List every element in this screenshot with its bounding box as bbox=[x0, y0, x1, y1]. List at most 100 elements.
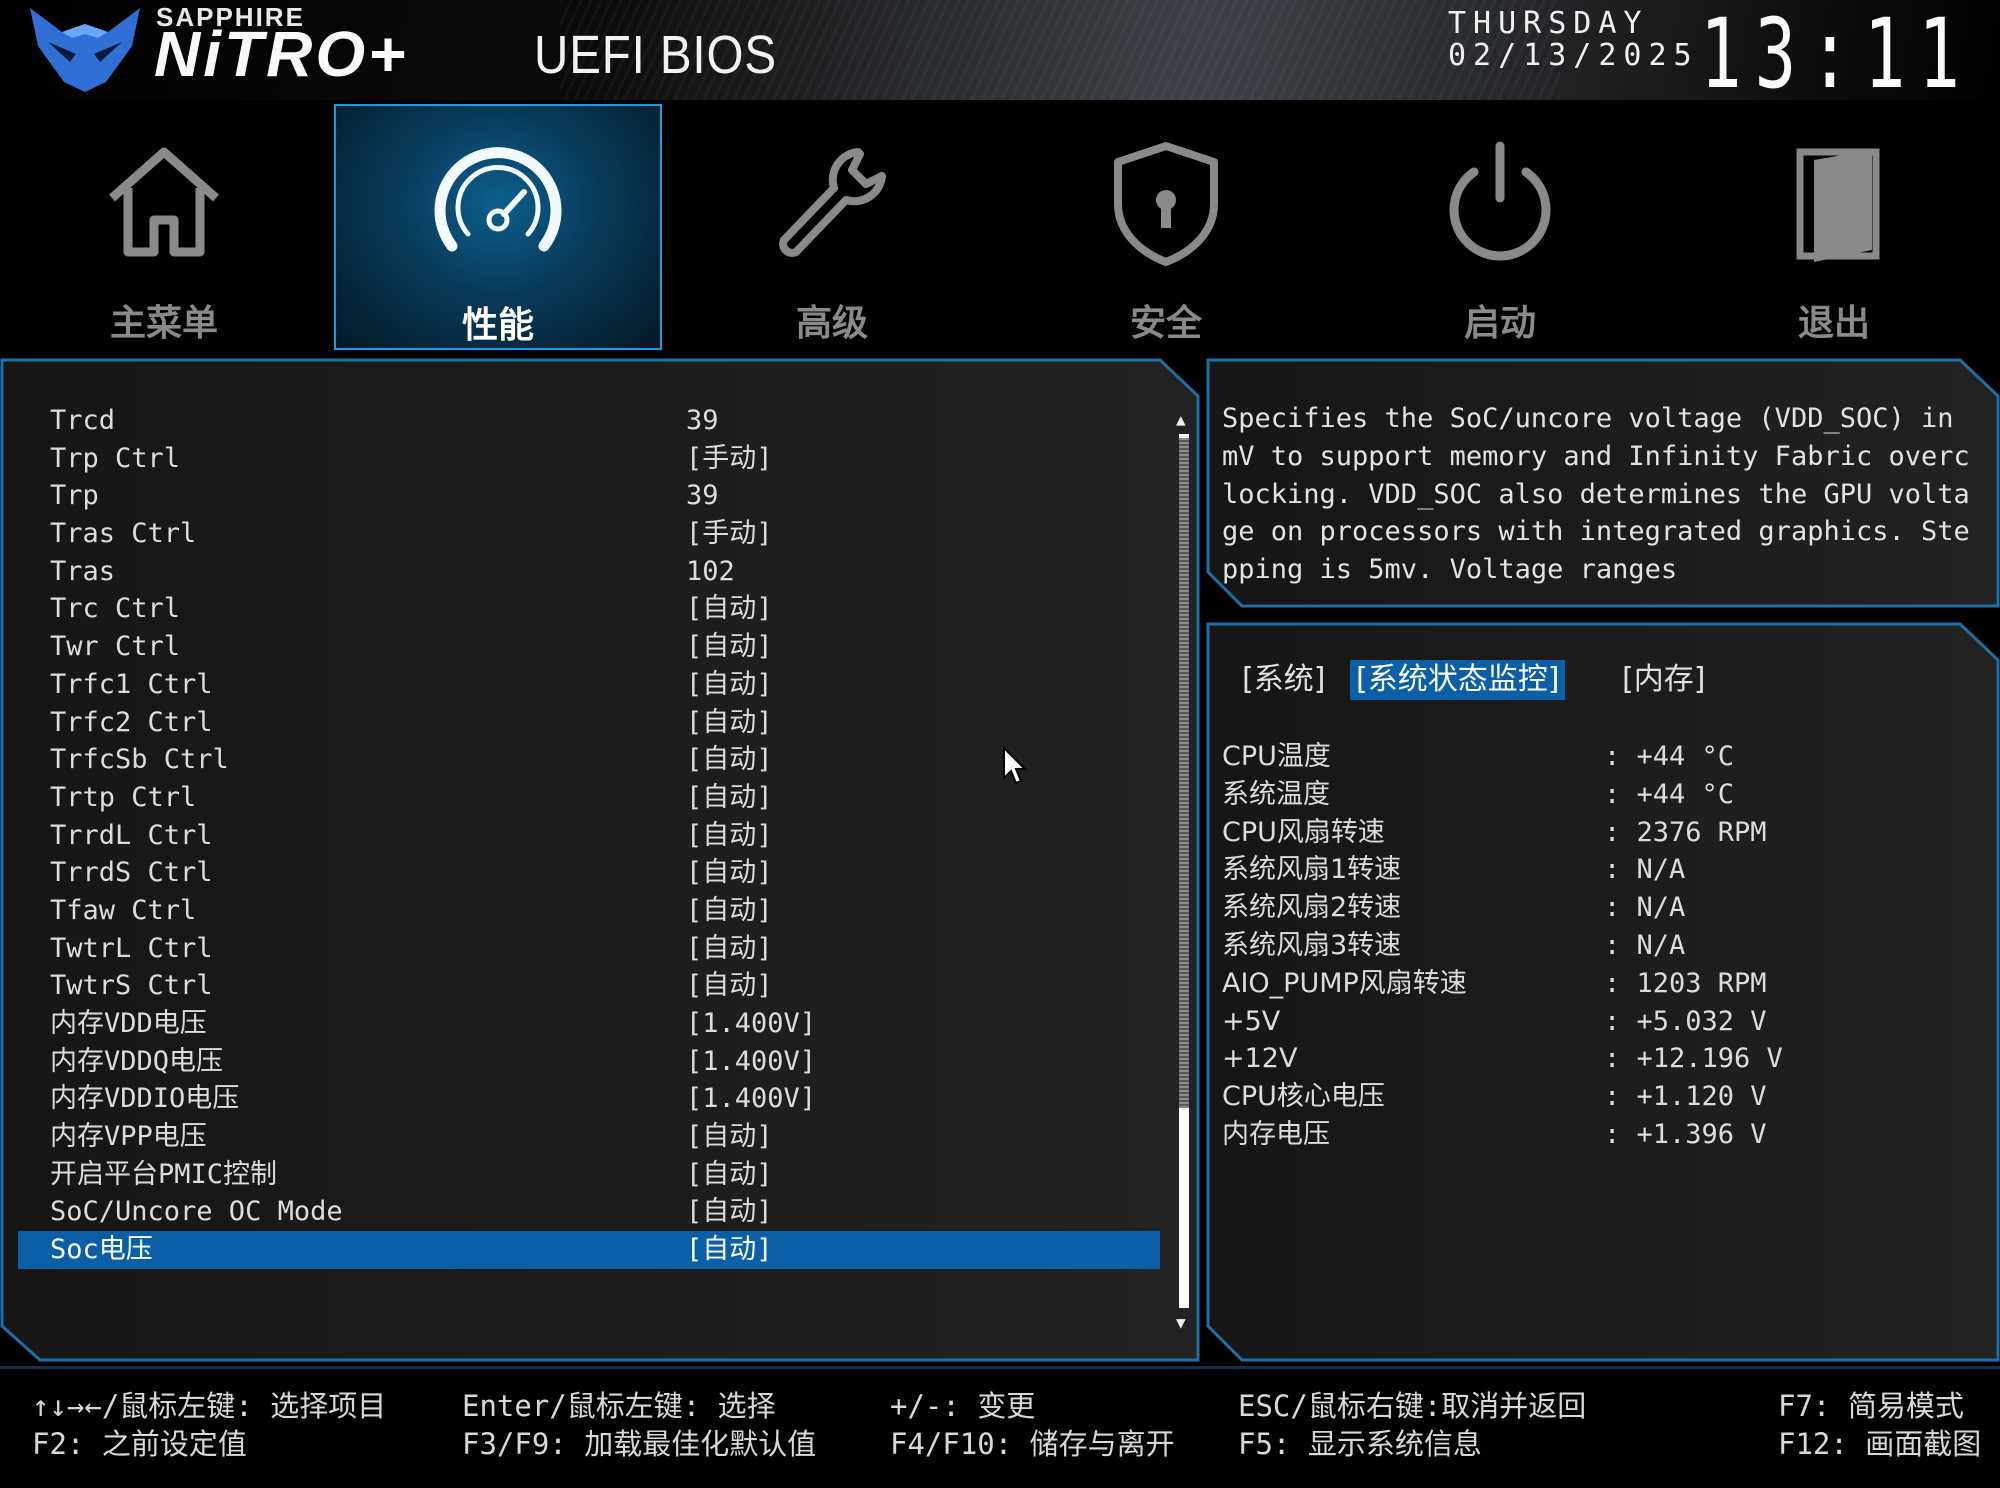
settings-scrollbar[interactable]: ▲ ▼ bbox=[1176, 410, 1190, 1332]
subtab-memory[interactable]: [内存] bbox=[1616, 660, 1711, 700]
monitor-row: 系统温度 : +44 °C bbox=[1222, 776, 1962, 814]
setting-row[interactable]: Tfaw Ctrl [自动] bbox=[18, 892, 1160, 930]
key-hint-change: +/-: 变更 bbox=[890, 1389, 1036, 1423]
setting-value[interactable]: [1.400V] bbox=[686, 1005, 816, 1043]
setting-label: Twr Ctrl bbox=[50, 631, 181, 663]
scroll-up-arrow-icon[interactable]: ▲ bbox=[1176, 410, 1186, 429]
setting-row[interactable]: Trp 39 bbox=[18, 477, 1160, 515]
setting-label: Trp bbox=[50, 480, 99, 512]
setting-value[interactable]: [自动] bbox=[686, 704, 773, 742]
scroll-down-arrow-icon[interactable]: ▼ bbox=[1176, 1313, 1186, 1332]
key-hint-system-info: F5: 显示系统信息 bbox=[1238, 1427, 1482, 1461]
tab-label: 启动 bbox=[1463, 303, 1536, 344]
setting-value[interactable]: 39 bbox=[686, 402, 719, 440]
setting-value[interactable]: [手动] bbox=[686, 440, 773, 478]
setting-value[interactable]: [自动] bbox=[686, 628, 773, 666]
monitor-value: : N/A bbox=[1604, 892, 1686, 924]
key-hint-easy-mode: F7: 简易模式 bbox=[1778, 1389, 1964, 1423]
tab-security[interactable]: 安全 bbox=[1002, 104, 1330, 350]
monitor-label: +12V bbox=[1222, 1043, 1298, 1075]
setting-value[interactable]: [自动] bbox=[686, 967, 773, 1005]
setting-row[interactable]: Trfc2 Ctrl [自动] bbox=[18, 704, 1160, 742]
key-hint-previous-value: F2: 之前设定值 bbox=[32, 1427, 247, 1461]
setting-value[interactable]: [自动] bbox=[686, 930, 773, 968]
setting-label: TwtrL Ctrl bbox=[50, 932, 213, 964]
setting-value[interactable]: [自动] bbox=[686, 854, 773, 892]
setting-row[interactable]: TwtrL Ctrl [自动] bbox=[18, 930, 1160, 968]
setting-row[interactable]: TrrdS Ctrl [自动] bbox=[18, 854, 1160, 892]
subtab-system[interactable]: [系统] bbox=[1236, 660, 1331, 700]
setting-value[interactable]: 102 bbox=[686, 553, 735, 591]
wrench-icon bbox=[779, 148, 886, 257]
setting-row[interactable]: Tras 102 bbox=[18, 553, 1160, 591]
top-banner: SAPPHIRE NiTRO+ UEFI BIOS THURSDAY 02/13… bbox=[0, 0, 2000, 100]
monitor-value: : +44 °C bbox=[1604, 778, 1735, 810]
setting-label: Tfaw Ctrl bbox=[50, 894, 197, 926]
setting-row[interactable]: TrrdL Ctrl [自动] bbox=[18, 817, 1160, 855]
tab-performance[interactable]: 性能 bbox=[334, 104, 662, 350]
setting-row[interactable]: SoC/Uncore OC Mode [自动] bbox=[18, 1193, 1160, 1231]
tab-label: 安全 bbox=[1129, 303, 1202, 344]
monitor-value: : 1203 RPM bbox=[1604, 967, 1767, 999]
tab-main-menu[interactable]: 主菜单 bbox=[0, 104, 328, 350]
setting-value[interactable]: [自动] bbox=[686, 741, 773, 779]
monitor-row: +5V: +5.032 V bbox=[1222, 1003, 1962, 1041]
monitor-row: 系统风扇3转速: N/A bbox=[1222, 927, 1962, 965]
setting-row[interactable]: Soc电压 [自动] bbox=[18, 1231, 1160, 1269]
monitor-label: CPU温度 bbox=[1222, 741, 1331, 772]
monitor-value: : 2376 RPM bbox=[1604, 816, 1767, 848]
setting-value[interactable]: [自动] bbox=[686, 590, 773, 628]
setting-label: Tras Ctrl bbox=[50, 518, 197, 550]
shield-lock-icon bbox=[1114, 142, 1218, 266]
setting-row[interactable]: 内存VDD电压 [1.400V] bbox=[18, 1005, 1160, 1043]
setting-row[interactable]: TrfcSb Ctrl [自动] bbox=[18, 741, 1160, 779]
setting-value[interactable]: [手动] bbox=[686, 515, 773, 553]
subtab-hardware-monitor[interactable]: [系统状态监控] bbox=[1350, 660, 1566, 700]
setting-value[interactable]: [自动] bbox=[686, 817, 773, 855]
monitor-row: AIO_PUMP风扇转速: 1203 RPM bbox=[1222, 965, 1962, 1003]
setting-label: Trfc1 Ctrl bbox=[50, 668, 213, 700]
tab-advanced[interactable]: 高级 bbox=[668, 104, 996, 350]
setting-row[interactable]: Trfc1 Ctrl [自动] bbox=[18, 666, 1160, 704]
setting-value[interactable]: [自动] bbox=[686, 779, 773, 817]
monitor-label: 系统风扇3转速 bbox=[1222, 929, 1402, 961]
monitor-row: 内存电压: +1.396 V bbox=[1222, 1116, 1962, 1154]
scroll-thumb[interactable] bbox=[1179, 438, 1189, 1108]
setting-row[interactable]: Trc Ctrl [自动] bbox=[18, 590, 1160, 628]
tab-boot[interactable]: 启动 bbox=[1336, 104, 1664, 350]
setting-value[interactable]: [1.400V] bbox=[686, 1043, 816, 1081]
monitor-value: : +1.120 V bbox=[1604, 1081, 1767, 1113]
setting-value[interactable]: [1.400V] bbox=[686, 1080, 816, 1118]
setting-row[interactable]: TwtrS Ctrl [自动] bbox=[18, 967, 1160, 1005]
monitor-label: +5V bbox=[1222, 1005, 1281, 1037]
setting-label: TrrdS Ctrl bbox=[50, 857, 213, 889]
monitor-label: 系统风扇1转速 bbox=[1222, 854, 1402, 886]
setting-row[interactable]: 内存VPP电压 [自动] bbox=[18, 1118, 1160, 1156]
setting-row[interactable]: Trp Ctrl [手动] bbox=[18, 440, 1160, 478]
key-hint-cancel: ESC/鼠标右键:取消并返回 bbox=[1238, 1389, 1587, 1423]
setting-value[interactable]: [自动] bbox=[686, 892, 773, 930]
setting-value[interactable]: [自动] bbox=[686, 1193, 773, 1231]
setting-value[interactable]: [自动] bbox=[686, 1231, 773, 1269]
bios-title: UEFI BIOS bbox=[534, 25, 777, 85]
date-label: 02/13/2025 bbox=[1448, 38, 1699, 73]
setting-row[interactable]: 开启平台PMIC控制 [自动] bbox=[18, 1156, 1160, 1194]
setting-row[interactable]: Trcd 39 bbox=[18, 402, 1160, 440]
setting-label: Soc电压 bbox=[50, 1234, 153, 1266]
setting-row[interactable]: 内存VDDQ电压 [1.400V] bbox=[18, 1043, 1160, 1081]
setting-label: Trtp Ctrl bbox=[50, 781, 197, 813]
setting-value[interactable]: [自动] bbox=[686, 1118, 773, 1156]
monitor-label: 系统温度 bbox=[1222, 778, 1330, 810]
power-icon bbox=[1449, 141, 1551, 261]
setting-row[interactable]: Twr Ctrl [自动] bbox=[18, 628, 1160, 666]
setting-row[interactable]: Trtp Ctrl [自动] bbox=[18, 779, 1160, 817]
setting-row[interactable]: Tras Ctrl [手动] bbox=[18, 515, 1160, 553]
tab-label: 主菜单 bbox=[109, 303, 218, 344]
setting-value[interactable]: [自动] bbox=[686, 1156, 773, 1194]
setting-row[interactable]: 内存VDDIO电压 [1.400V] bbox=[18, 1080, 1160, 1118]
key-hint-navigate: ↑↓→←/鼠标左键: 选择项目 bbox=[32, 1389, 387, 1423]
tab-exit[interactable]: 退出 bbox=[1670, 104, 1998, 350]
setting-value[interactable]: [自动] bbox=[686, 666, 773, 704]
setting-value[interactable]: 39 bbox=[686, 477, 719, 515]
main-nav: 主菜单 性能 高级 安全 启动 退出 bbox=[0, 100, 2000, 356]
